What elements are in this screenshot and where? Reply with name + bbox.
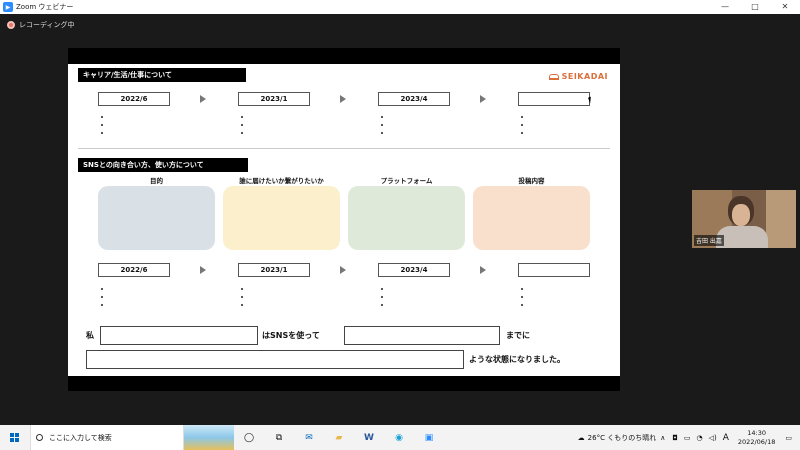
system-tray: ☁ 26°C くもりのち晴れ ∧ ◘ ▭ ◔ ◁) A 14:30 2022/0… (578, 425, 800, 450)
date-box: 2022/6 (98, 92, 170, 106)
wifi-icon[interactable]: ◔ (697, 434, 703, 442)
clock-time: 14:30 (747, 428, 766, 437)
arrow-right-icon (480, 266, 486, 274)
presentation-slide: キャリア/生活/仕事について SEIKADAI 2022/6 2023/1 20… (68, 64, 620, 376)
volume-icon[interactable]: ◁) (709, 434, 717, 442)
search-highlight-image[interactable] (184, 425, 234, 450)
date-box: 2023/1 (238, 92, 310, 106)
participant-face (732, 204, 750, 226)
notification-icon[interactable]: ▭ (785, 434, 792, 442)
windows-start-icon[interactable] (10, 432, 20, 443)
section-divider (78, 148, 610, 149)
blank-field-1 (100, 326, 258, 345)
platform-card (348, 186, 465, 250)
ellipsis-dots (521, 116, 524, 140)
ime-indicator[interactable]: A (723, 433, 729, 443)
blank-field-2 (344, 326, 500, 345)
record-icon (7, 21, 15, 29)
logo-text: SEIKADAI (561, 72, 608, 81)
recording-label: レコーディング中 (19, 21, 75, 29)
show-hidden-icons-icon[interactable]: ∧ (660, 434, 665, 442)
meeting-topbar (0, 14, 800, 36)
ellipsis-dots (381, 288, 384, 312)
windows-taskbar: ここに入力して検索 ◯ ⧉ ✉ ▰ W ◉ ▣ ☁ 26°C くもりのち晴れ ∧… (0, 425, 800, 450)
date-box (518, 92, 590, 106)
sentence-part-3: までに (506, 331, 530, 340)
arrow-right-icon (200, 95, 206, 103)
date-box: 2023/4 (378, 263, 450, 277)
content-card (473, 186, 590, 250)
search-placeholder: ここに入力して検索 (49, 433, 112, 442)
weather-text[interactable]: 26°C くもりのち晴れ (588, 433, 657, 443)
logo-mark-icon (548, 73, 559, 80)
mail-icon[interactable]: ✉ (300, 431, 318, 445)
taskbar-clock[interactable]: 14:30 2022/06/18 (738, 429, 775, 447)
arrow-right-icon (340, 266, 346, 274)
section2-title: SNSとの向き合い方、使い方について (78, 158, 248, 172)
column-header-platform: プラットフォーム (380, 177, 433, 185)
recording-indicator[interactable]: レコーディング中 (7, 20, 75, 30)
column-header-audience: 誰に届けたいか繋がりたいか (239, 177, 324, 185)
edge-icon[interactable]: ◉ (390, 431, 408, 445)
audience-card (223, 186, 340, 250)
sentence-part-2: はSNSを使って (262, 331, 320, 340)
zoom-app-icon[interactable]: ▣ (420, 431, 438, 445)
maximize-button[interactable]: □ (740, 0, 770, 14)
blank-field-3 (86, 350, 464, 369)
ellipsis-dots (101, 288, 104, 312)
arrow-right-icon (200, 266, 206, 274)
camera-icon[interactable]: ◘ (672, 434, 678, 442)
sentence-part-1: 私 (86, 331, 94, 340)
participant-video[interactable]: 吉田 出嘉 (692, 190, 796, 248)
date-box: 2023/1 (238, 263, 310, 277)
sentence-part-4: ような状態になりました。 (469, 355, 565, 364)
window-title: Zoom ウェビナー (16, 3, 74, 11)
purpose-card (98, 186, 215, 250)
word-icon[interactable]: W (360, 431, 378, 445)
section1-title: キャリア/生活/仕事について (78, 68, 246, 82)
task-view-icon[interactable]: ⧉ (270, 431, 288, 445)
column-header-purpose: 目的 (150, 177, 163, 185)
cortana-icon[interactable]: ◯ (240, 431, 258, 445)
arrow-right-icon (340, 95, 346, 103)
file-explorer-icon[interactable]: ▰ (330, 431, 348, 445)
seikadai-logo: SEIKADAI (548, 72, 608, 81)
ellipsis-dots (241, 288, 244, 312)
search-icon (36, 434, 43, 441)
ellipsis-dots (381, 116, 384, 140)
zoom-logo-icon: ▶ (3, 2, 13, 12)
weather-icon: ☁ (577, 433, 585, 442)
ellipsis-dots (521, 288, 524, 312)
network-icon[interactable]: ▭ (684, 434, 691, 442)
window-titlebar: ▶ Zoom ウェビナー — □ ✕ (0, 0, 800, 14)
clock-date: 2022/06/18 (737, 437, 776, 446)
close-button[interactable]: ✕ (770, 0, 800, 14)
column-header-content: 投稿内容 (518, 177, 545, 185)
date-box: 2023/4 (378, 92, 450, 106)
participant-name: 吉田 出嘉 (694, 235, 724, 246)
date-box (518, 263, 590, 277)
taskbar-search-box[interactable]: ここに入力して検索 (30, 425, 184, 450)
ellipsis-dots (101, 116, 104, 140)
date-box: 2022/6 (98, 263, 170, 277)
arrow-right-icon (480, 95, 486, 103)
minimize-button[interactable]: — (710, 0, 740, 14)
mouse-cursor-icon (588, 96, 593, 104)
ellipsis-dots (241, 116, 244, 140)
